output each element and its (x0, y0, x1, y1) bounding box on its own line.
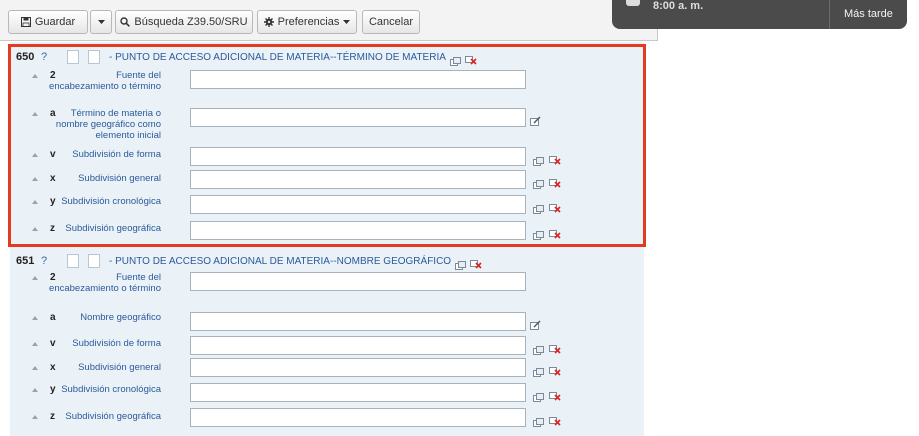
subfield-input[interactable] (190, 408, 526, 427)
subfield-input[interactable] (190, 272, 526, 291)
field-help-link[interactable]: ? (41, 255, 47, 267)
subfield-input[interactable] (190, 147, 526, 166)
move-subfield-up-icon[interactable] (32, 276, 38, 280)
cancel-label: Cancelar (368, 16, 414, 28)
clone-subfield-icon[interactable] (533, 153, 544, 171)
subfield-label: Subdivisión general (78, 173, 161, 184)
indicator-2-input[interactable] (88, 50, 100, 64)
field-title: - PUNTO DE ACCESO ADICIONAL DE MATERIA--… (109, 256, 452, 267)
caret-down-icon (343, 20, 351, 24)
subfield-input[interactable] (190, 221, 526, 240)
subfield-label: Subdivisión de forma (72, 149, 161, 160)
delete-subfield-icon[interactable] (549, 413, 561, 431)
subfield-input[interactable] (190, 70, 526, 89)
caret-down-icon (97, 20, 105, 24)
subfield-input[interactable] (190, 195, 526, 214)
move-subfield-up-icon[interactable] (32, 342, 38, 346)
subfield-label: Subdivisión de forma (72, 338, 161, 349)
move-subfield-up-icon[interactable] (32, 366, 38, 370)
field-title: - PUNTO DE ACCESO ADICIONAL DE MATERIA--… (109, 52, 446, 63)
clone-subfield-icon[interactable] (533, 342, 544, 360)
notification-time: 8:00 a. m. (653, 0, 704, 12)
clone-subfield-icon[interactable] (533, 201, 544, 219)
notification-divider (829, 0, 830, 29)
z3950-search-label: Búsqueda Z39.50/SRU (134, 16, 248, 28)
move-subfield-up-icon[interactable] (32, 227, 38, 231)
field-tag: 650 (16, 51, 35, 63)
clone-subfield-icon[interactable] (533, 414, 544, 432)
move-subfield-up-icon[interactable] (32, 415, 38, 419)
clone-subfield-icon[interactable] (533, 389, 544, 407)
subfield-input[interactable] (190, 336, 526, 355)
subfield-label: Nombre geográfico (80, 312, 161, 323)
move-subfield-up-icon[interactable] (32, 153, 38, 157)
subfield-label: Fuente del encabezamiento o término (49, 272, 161, 294)
delete-subfield-icon[interactable] (549, 341, 561, 359)
subfield-label: Subdivisión geográfica (65, 223, 161, 234)
clone-subfield-icon[interactable] (533, 227, 544, 245)
subfield-label: Término de materia o nombre geográfico c… (55, 108, 161, 141)
subfield-label: Subdivisión cronológica (61, 196, 161, 207)
search-icon (120, 17, 131, 27)
move-subfield-up-icon[interactable] (32, 200, 38, 204)
field-help-link[interactable]: ? (41, 51, 47, 63)
subfield-input[interactable] (190, 312, 526, 331)
delete-subfield-icon[interactable] (549, 363, 561, 381)
move-subfield-up-icon[interactable] (32, 388, 38, 392)
clone-field-icon[interactable] (450, 53, 461, 71)
subfield-label: Subdivisión general (78, 362, 161, 373)
gear-icon (263, 17, 274, 27)
delete-subfield-icon[interactable] (549, 152, 561, 170)
subfield-input[interactable] (190, 358, 526, 377)
later-button[interactable]: Más tarde (844, 8, 893, 20)
move-subfield-up-icon[interactable] (32, 112, 38, 116)
delete-subfield-icon[interactable] (549, 226, 561, 244)
subfield-input[interactable] (190, 108, 526, 127)
subfield-label: Fuente del encabezamiento o término (49, 70, 161, 92)
subfield-input[interactable] (190, 170, 526, 189)
notification-icon (626, 0, 640, 6)
save-label: Guardar (34, 16, 76, 28)
move-subfield-up-icon[interactable] (32, 74, 38, 78)
save-options-dropdown[interactable] (90, 10, 112, 34)
move-subfield-up-icon[interactable] (32, 316, 38, 320)
delete-subfield-icon[interactable] (549, 200, 561, 218)
field-tag: 651 (16, 255, 35, 267)
indicator-1-input[interactable] (67, 50, 79, 64)
delete-subfield-icon[interactable] (549, 388, 561, 406)
save-button[interactable]: Guardar (8, 10, 88, 34)
move-subfield-up-icon[interactable] (32, 177, 38, 181)
z3950-search-button[interactable]: Búsqueda Z39.50/SRU (115, 10, 253, 34)
notification-banner: 8:00 a. m. Más tarde (612, 0, 907, 29)
tag-editor-icon[interactable] (530, 113, 541, 131)
toolbar: Guardar Búsqueda Z39.50/SRU Preferencias… (0, 0, 658, 41)
preferences-label: Preferencias (277, 16, 340, 28)
save-icon (20, 17, 31, 27)
delete-field-icon[interactable] (465, 52, 477, 70)
clone-subfield-icon[interactable] (533, 364, 544, 382)
cancel-button[interactable]: Cancelar (362, 10, 420, 34)
tag-editor-icon[interactable] (530, 317, 541, 335)
indicator-2-input[interactable] (88, 254, 100, 268)
preferences-button[interactable]: Preferencias (257, 10, 357, 34)
subfield-input[interactable] (190, 383, 526, 402)
clone-subfield-icon[interactable] (533, 176, 544, 194)
delete-subfield-icon[interactable] (549, 175, 561, 193)
indicator-1-input[interactable] (67, 254, 79, 268)
subfield-label: Subdivisión geográfica (65, 411, 161, 422)
subfield-label: Subdivisión cronológica (61, 384, 161, 395)
